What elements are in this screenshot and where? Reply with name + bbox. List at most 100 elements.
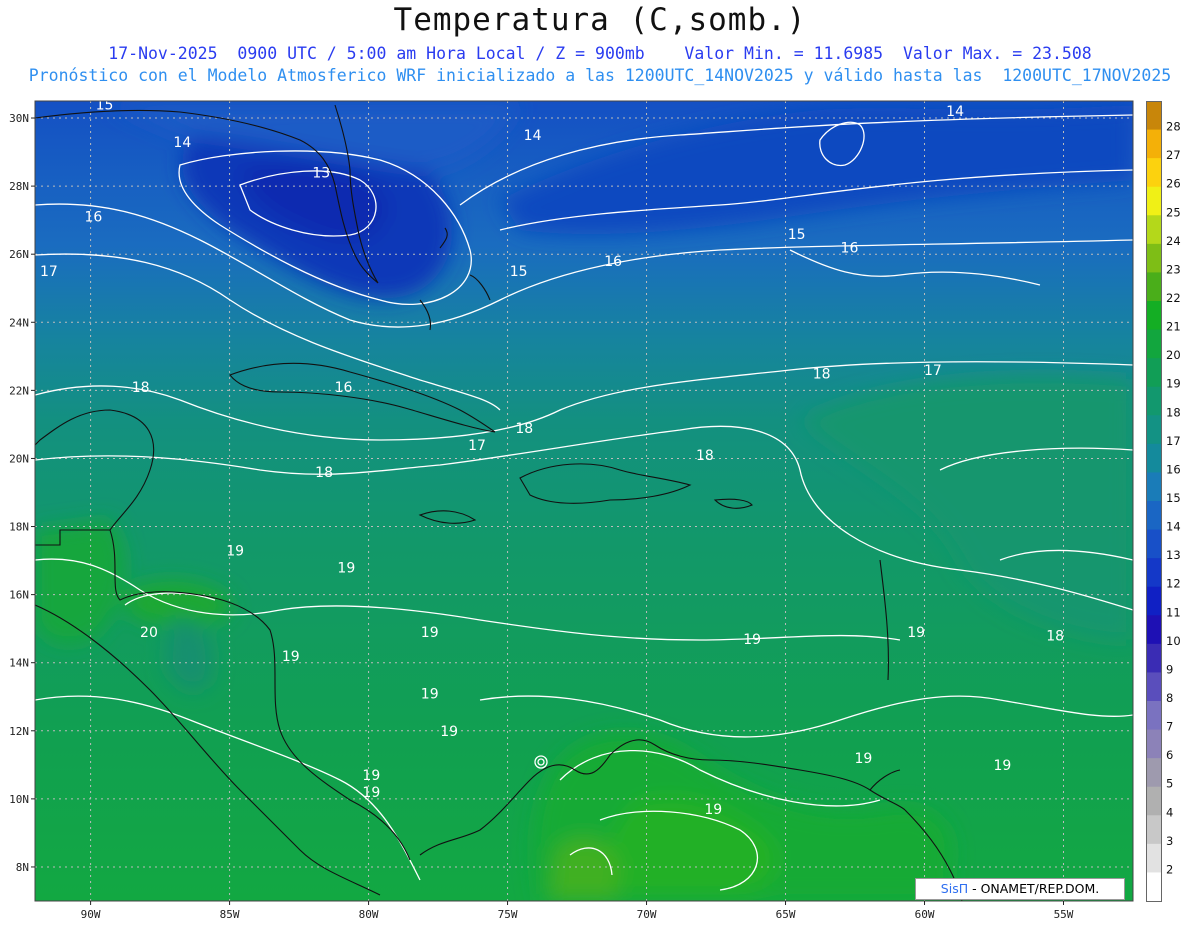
colorbar-label: 28 — [1166, 120, 1181, 134]
contour-label: 15 — [96, 97, 114, 113]
lon-label: 70W — [637, 908, 657, 921]
contour-label: 15 — [510, 264, 528, 280]
contour-label: 19 — [337, 560, 355, 576]
temperature-map: 15 14 14 14 13 16 15 16 16 15 17 18 17 18 16 18 17 18 18 19… — [9, 97, 1134, 921]
contour-label: 19 — [421, 625, 439, 641]
contour-label: 17 — [468, 438, 486, 454]
colorbar-label: 24 — [1166, 234, 1181, 248]
colorbar-swatch — [1146, 843, 1162, 873]
contour-label: 19 — [362, 785, 380, 801]
lon-label: 55W — [1054, 908, 1074, 921]
contour-label: 19 — [362, 768, 380, 784]
colorbar-label: 19 — [1166, 377, 1181, 391]
colorbar-swatch — [1146, 443, 1162, 473]
contour-label: 19 — [854, 751, 872, 767]
contour-label: 15 — [788, 227, 806, 243]
colorbar-swatch — [1146, 501, 1162, 531]
colorbar-swatch — [1146, 472, 1162, 502]
colorbar-label: 3 — [1166, 834, 1173, 848]
colorbar-label: 2 — [1166, 862, 1173, 876]
colorbar-label: 25 — [1166, 205, 1181, 219]
colorbar-label: 22 — [1166, 291, 1181, 305]
lon-label: 90W — [81, 908, 101, 921]
colorbar-swatch — [1146, 158, 1162, 188]
colorbar-swatch — [1146, 358, 1162, 388]
colorbar-swatch — [1146, 301, 1162, 331]
lat-label: 30N — [9, 112, 29, 125]
colorbar-label: 5 — [1166, 777, 1173, 791]
colorbar-label: 17 — [1166, 434, 1181, 448]
lon-label: 80W — [359, 908, 379, 921]
contour-label: 14 — [173, 135, 191, 151]
contour-label: 13 — [312, 165, 330, 181]
contour-label: 17 — [924, 363, 942, 379]
contour-label: 14 — [946, 104, 964, 120]
colorbar-label: 20 — [1166, 348, 1181, 362]
contour-label: 16 — [335, 380, 353, 396]
contour-label: 19 — [704, 802, 722, 818]
colorbar-swatch — [1146, 386, 1162, 416]
lat-label: 12N — [9, 725, 29, 738]
colorbar-label: 4 — [1166, 805, 1173, 819]
colorbar-swatch — [1146, 129, 1162, 159]
lat-label: 20N — [9, 452, 29, 465]
colorbar-label: 15 — [1166, 491, 1181, 505]
credit-box: SisΠ - ONAMET/REP.DOM. — [915, 878, 1125, 900]
colorbar-swatch — [1146, 586, 1162, 616]
colorbar-label: 10 — [1166, 634, 1181, 648]
contour-label: 18 — [315, 465, 333, 481]
sispi-brand: SisΠ — [940, 881, 969, 896]
contour-label: 19 — [421, 686, 439, 702]
colorbar-swatch — [1146, 101, 1162, 131]
contour-label: 19 — [282, 649, 300, 665]
colorbar-swatch — [1146, 729, 1162, 759]
lat-label: 28N — [9, 180, 29, 193]
colorbar-swatch — [1146, 786, 1162, 816]
colorbar-swatch — [1146, 529, 1162, 559]
colorbar-swatch — [1146, 758, 1162, 788]
lat-label: 16N — [9, 589, 29, 602]
lat-label: 18N — [9, 521, 29, 534]
colorbar-swatch — [1146, 215, 1162, 245]
colorbar-swatch — [1146, 329, 1162, 359]
credit-text: - ONAMET/REP.DOM. — [968, 881, 1100, 896]
contour-label: 17 — [40, 264, 58, 280]
colorbar-label: 11 — [1166, 605, 1181, 619]
colorbar-swatch — [1146, 815, 1162, 845]
colorbar-legend: 2827262524232221201918171615141312111098… — [1146, 101, 1181, 902]
lon-label: 65W — [776, 908, 796, 921]
colorbar-swatch — [1146, 872, 1162, 902]
colorbar-swatch — [1146, 558, 1162, 588]
colorbar-swatch — [1146, 643, 1162, 673]
contour-label: 18 — [132, 380, 150, 396]
lat-label: 24N — [9, 316, 29, 329]
contour-label: 19 — [440, 724, 458, 740]
colorbar-swatch — [1146, 186, 1162, 216]
colorbar-label: 26 — [1166, 177, 1181, 191]
lon-label: 85W — [220, 908, 240, 921]
lat-label: 10N — [9, 793, 29, 806]
colorbar-label: 12 — [1166, 577, 1181, 591]
colorbar-swatch — [1146, 672, 1162, 702]
colorbar-label: 8 — [1166, 691, 1173, 705]
lat-label: 14N — [9, 657, 29, 670]
colorbar-swatch — [1146, 243, 1162, 273]
colorbar-label: 6 — [1166, 748, 1173, 762]
colorbar-label: 9 — [1166, 662, 1173, 676]
lat-label: 22N — [9, 384, 29, 397]
colorbar-label: 27 — [1166, 148, 1181, 162]
lat-label: 26N — [9, 248, 29, 261]
longitude-labels: 90W 85W 80W 75W 70W 65W 60W 55W — [81, 901, 1074, 921]
colorbar-swatch — [1146, 701, 1162, 731]
contour-label: 16 — [604, 254, 622, 270]
colorbar-label: 23 — [1166, 262, 1181, 276]
latitude-labels: 30N 28N 26N 24N 22N 20N 18N 16N 14N 12N 10N 8N — [9, 112, 35, 874]
contour-label: 18 — [515, 421, 533, 437]
contour-label: 16 — [841, 240, 859, 256]
contour-label: 19 — [907, 625, 925, 641]
colorbar-swatch — [1146, 272, 1162, 302]
map-plot-area: 15 14 14 14 13 16 15 16 16 15 17 18 17 18 16 18 17 18 18 19… — [35, 97, 1133, 901]
contour-label: 19 — [993, 758, 1011, 774]
colorbar-label: 16 — [1166, 462, 1181, 476]
lon-label: 60W — [915, 908, 935, 921]
